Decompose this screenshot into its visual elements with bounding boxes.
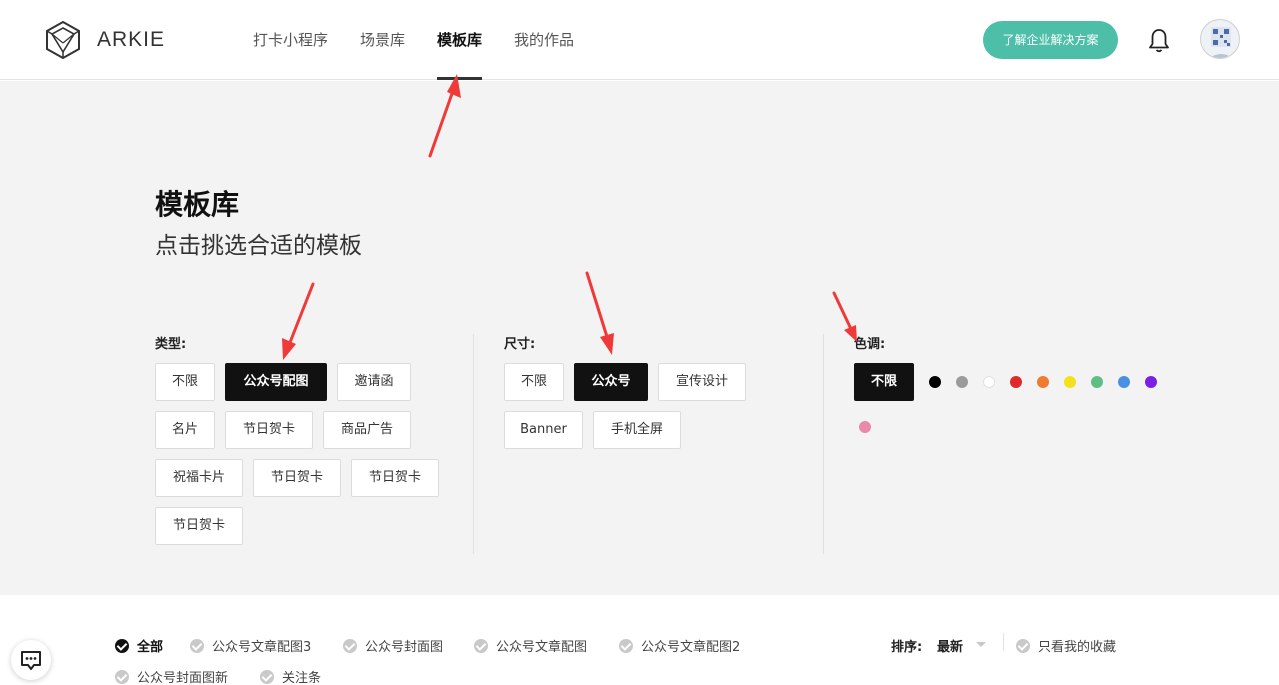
nav-item-template-library[interactable]: 模板库 <box>437 0 483 80</box>
color-filter-label: 色调: <box>854 337 886 352</box>
check-circle-icon <box>115 638 129 653</box>
color-swatch-orange[interactable] <box>1037 376 1049 388</box>
favorites-label: 只看我的收藏 <box>1038 640 1117 655</box>
color-swatch-blue[interactable] <box>1118 376 1130 388</box>
chat-bubble-icon <box>21 651 41 670</box>
size-option-mobile-fullscreen[interactable]: 手机全屏 <box>593 411 681 449</box>
filter-panel: 模板库 点击挑选合适的模板 类型: 不限 公众号配图 邀请函 名片 节日贺卡 商… <box>0 81 1279 595</box>
logo[interactable]: ARKIE <box>46 21 165 59</box>
type-option-holiday-card[interactable]: 节日贺卡 <box>155 507 243 545</box>
category-label: 公众号文章配图3 <box>212 640 312 655</box>
color-swatch-purple[interactable] <box>1145 376 1157 388</box>
category-label: 公众号封面图新 <box>137 671 229 685</box>
category-label: 公众号文章配图 <box>496 640 588 655</box>
color-swatch-gray[interactable] <box>956 376 968 388</box>
color-swatch-white[interactable] <box>983 376 995 388</box>
page-subtitle: 点击挑选合适的模板 <box>155 233 362 259</box>
section-divider <box>823 334 824 554</box>
size-option-wechat[interactable]: 公众号 <box>574 363 648 401</box>
sort-dropdown[interactable]: 最新 <box>937 636 963 655</box>
notification-bell-icon[interactable] <box>1148 28 1170 54</box>
logo-text: ARKIE <box>97 28 166 51</box>
section-divider <box>473 334 474 554</box>
page-title: 模板库 <box>155 188 240 221</box>
category-label: 公众号封面图 <box>365 640 444 655</box>
category-all[interactable]: 全部 <box>115 636 163 655</box>
color-swatch-pink[interactable] <box>859 421 871 433</box>
type-option-holiday-card[interactable]: 节日贺卡 <box>351 459 439 497</box>
category-label: 关注条 <box>282 671 322 685</box>
enterprise-solution-button[interactable]: 了解企业解决方案 <box>983 21 1118 59</box>
size-option-any[interactable]: 不限 <box>504 363 564 401</box>
top-header: ARKIE 打卡小程序 场景库 模板库 我的作品 了解企业解决方案 <box>0 0 1279 80</box>
color-option-any[interactable]: 不限 <box>854 363 914 401</box>
type-option-holiday-card[interactable]: 节日贺卡 <box>225 411 313 449</box>
main-nav: 打卡小程序 场景库 模板库 我的作品 <box>253 0 606 80</box>
check-circle-icon <box>115 669 129 684</box>
size-option-promotional-design[interactable]: 宣传设计 <box>658 363 746 401</box>
type-option-product-ad[interactable]: 商品广告 <box>323 411 411 449</box>
category-filter-bar: 全部 公众号文章配图3 公众号封面图 公众号文章配图 公众号文章配图2 公众号封… <box>0 595 1279 685</box>
check-circle-icon <box>260 669 274 684</box>
color-swatch-black[interactable] <box>929 376 941 388</box>
category-wechat-cover[interactable]: 公众号封面图 <box>343 636 443 655</box>
category-follow-bar[interactable]: 关注条 <box>260 667 321 685</box>
check-circle-icon <box>474 638 488 653</box>
category-label: 公众号文章配图2 <box>641 640 741 655</box>
category-wechat-article-image[interactable]: 公众号文章配图 <box>474 636 587 655</box>
category-wechat-cover-new[interactable]: 公众号封面图新 <box>115 667 228 685</box>
category-wechat-article-image-3[interactable]: 公众号文章配图3 <box>190 636 311 655</box>
type-option-invitation[interactable]: 邀请函 <box>337 363 411 401</box>
color-swatch-yellow[interactable] <box>1064 376 1076 388</box>
check-circle-icon <box>619 638 633 653</box>
check-circle-icon <box>343 638 357 653</box>
arkie-logo-icon <box>46 21 80 59</box>
chat-support-button[interactable] <box>11 640 51 680</box>
color-swatch-green[interactable] <box>1091 376 1103 388</box>
nav-item-my-works[interactable]: 我的作品 <box>514 0 574 80</box>
category-label: 全部 <box>137 640 164 655</box>
type-option-wechat-illustration[interactable]: 公众号配图 <box>225 363 327 401</box>
type-filter-label: 类型: <box>155 337 187 352</box>
size-option-banner[interactable]: Banner <box>504 411 583 449</box>
check-circle-icon <box>1016 638 1030 653</box>
nav-item-checkin-miniprogram[interactable]: 打卡小程序 <box>253 0 328 80</box>
chevron-down-icon[interactable] <box>976 642 986 647</box>
favorites-only-toggle[interactable]: 只看我的收藏 <box>1016 636 1116 655</box>
check-circle-icon <box>190 638 204 653</box>
type-option-any[interactable]: 不限 <box>155 363 215 401</box>
category-wechat-article-image-2[interactable]: 公众号文章配图2 <box>619 636 740 655</box>
type-option-business-card[interactable]: 名片 <box>155 411 215 449</box>
type-option-greeting-card[interactable]: 祝福卡片 <box>155 459 243 497</box>
color-swatch-red[interactable] <box>1010 376 1022 388</box>
divider <box>1003 633 1004 651</box>
user-avatar[interactable] <box>1200 19 1240 59</box>
size-filter-label: 尺寸: <box>504 337 536 352</box>
nav-item-scene-library[interactable]: 场景库 <box>360 0 405 80</box>
type-option-holiday-card[interactable]: 节日贺卡 <box>253 459 341 497</box>
sort-label: 排序: <box>891 640 923 655</box>
